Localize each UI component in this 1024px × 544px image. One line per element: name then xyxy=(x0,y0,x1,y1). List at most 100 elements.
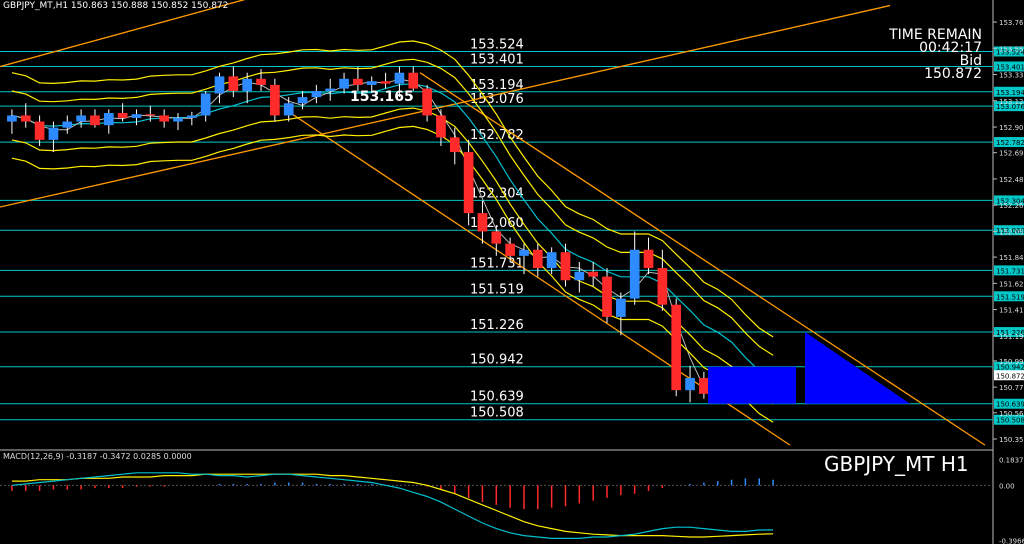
candle-body xyxy=(311,91,322,98)
candle-body xyxy=(159,115,169,122)
candle-body xyxy=(353,78,363,85)
candle-body xyxy=(422,88,432,116)
macd-signal-line xyxy=(11,473,774,538)
candle-body xyxy=(394,72,405,84)
bid-price-tag-text: 150.872 xyxy=(996,372,1024,380)
price-tick-label: 152.265 xyxy=(999,202,1024,210)
price-tick-label: 151.410 xyxy=(999,307,1024,315)
price-tick-label: 153.335 xyxy=(999,72,1024,80)
price-tick-label: 153.765 xyxy=(999,19,1024,27)
candle-body xyxy=(256,78,266,85)
candle-body xyxy=(7,115,17,122)
candle-body xyxy=(228,76,239,92)
candle-body xyxy=(505,243,515,256)
candle-body xyxy=(643,249,654,269)
fast-moving-average-line xyxy=(11,78,774,388)
candle-body xyxy=(546,252,557,269)
level-label: 151.519 xyxy=(470,282,524,297)
candle-body xyxy=(270,84,280,116)
candle-body xyxy=(145,114,156,116)
candle-body xyxy=(297,97,308,104)
price-tick-label: 150.565 xyxy=(999,410,1024,418)
candle-body xyxy=(325,88,336,92)
projection-triangle xyxy=(805,332,910,404)
level-label: 151.226 xyxy=(470,318,524,333)
level-label: 150.942 xyxy=(470,353,524,368)
level-label: 153.401 xyxy=(470,52,524,67)
candle-body xyxy=(283,103,294,116)
price-tick-label: 150.775 xyxy=(999,384,1024,392)
level-tag-text: 153.401 xyxy=(996,63,1024,71)
level-label: 150.508 xyxy=(470,406,524,421)
candle-body xyxy=(491,231,502,244)
level-tag-text: 152.782 xyxy=(996,139,1024,147)
candle-body xyxy=(463,152,474,214)
current-price-label: 153.165 xyxy=(350,89,414,105)
candle-body xyxy=(449,137,460,153)
macd-tick-label: 0.1837 xyxy=(999,457,1024,465)
level-tag-text: 153.194 xyxy=(996,89,1024,97)
candle-body xyxy=(380,81,391,84)
candle-body xyxy=(477,213,488,232)
level-tag-text: 150.639 xyxy=(996,401,1024,409)
candle-body xyxy=(117,113,128,118)
candle-body xyxy=(436,115,446,138)
candle-body xyxy=(366,81,377,85)
level-tag-text: 151.519 xyxy=(996,293,1024,301)
bid-value: 150.872 xyxy=(924,66,982,82)
projection-box xyxy=(708,366,796,404)
chart-window[interactable]: 153.524 153.524 153.401 153.401 153.194 153.1… xyxy=(0,0,1024,544)
candle-body xyxy=(48,127,59,140)
price-tick-label: 151.625 xyxy=(999,280,1024,288)
moving-average-line xyxy=(11,83,774,381)
candle-body xyxy=(34,121,45,140)
candle-body xyxy=(339,78,349,89)
macd-header: MACD(12,26,9) -0.3187 -0.3472 0.0285 0.0… xyxy=(3,452,192,461)
candle-body xyxy=(602,276,612,317)
candle-body xyxy=(685,377,695,391)
candle-body xyxy=(671,304,682,391)
candle-body xyxy=(76,115,86,122)
candle-body xyxy=(629,249,640,299)
level-tag-text: 151.731 xyxy=(996,267,1024,275)
level-label: 153.524 xyxy=(470,37,524,52)
candle-body xyxy=(699,377,709,394)
macd-tick-label: -0.3966 xyxy=(999,538,1024,544)
candle-body xyxy=(200,93,211,116)
candle-body xyxy=(588,271,599,277)
candle-body xyxy=(62,121,73,128)
level-label: 150.639 xyxy=(470,390,524,405)
candle-body xyxy=(408,72,419,89)
price-tick-label: 151.840 xyxy=(999,254,1024,262)
candle-body xyxy=(657,268,668,305)
candle-body xyxy=(20,115,31,122)
macd-tick-label: 0.00 xyxy=(999,482,1015,490)
candle-body xyxy=(90,115,100,126)
level-label: 151.731 xyxy=(470,256,524,271)
price-tick-label: 153.550 xyxy=(999,45,1024,53)
candle-body xyxy=(532,249,543,269)
macd-line xyxy=(11,472,774,539)
bollinger-band-line xyxy=(11,107,774,405)
price-tick-label: 152.695 xyxy=(999,150,1024,158)
candle-body xyxy=(574,271,585,281)
candle-body xyxy=(103,113,114,126)
price-tick-label: 151.195 xyxy=(999,333,1024,341)
candle-body xyxy=(214,76,225,94)
price-tick-label: 152.050 xyxy=(999,228,1024,236)
candle-body xyxy=(519,249,529,256)
price-tick-label: 152.905 xyxy=(999,124,1024,132)
symbol-label: GBPJPY_MT H1 xyxy=(824,452,969,476)
candle-body xyxy=(616,298,626,317)
price-tick-label: 150.990 xyxy=(999,358,1024,366)
price-tick-label: 153.120 xyxy=(999,98,1024,106)
candle-body xyxy=(560,252,571,281)
price-tick-label: 150.350 xyxy=(999,436,1024,444)
level-tag-text: 150.508 xyxy=(996,417,1024,425)
chart-header: GBPJPY_MT,H1 150.863 150.888 150.852 150… xyxy=(3,1,229,11)
candle-body xyxy=(186,115,197,118)
candle-body xyxy=(242,78,253,92)
candle-body xyxy=(131,114,142,118)
candle-body xyxy=(173,117,183,122)
price-tick-label: 152.480 xyxy=(999,176,1024,184)
